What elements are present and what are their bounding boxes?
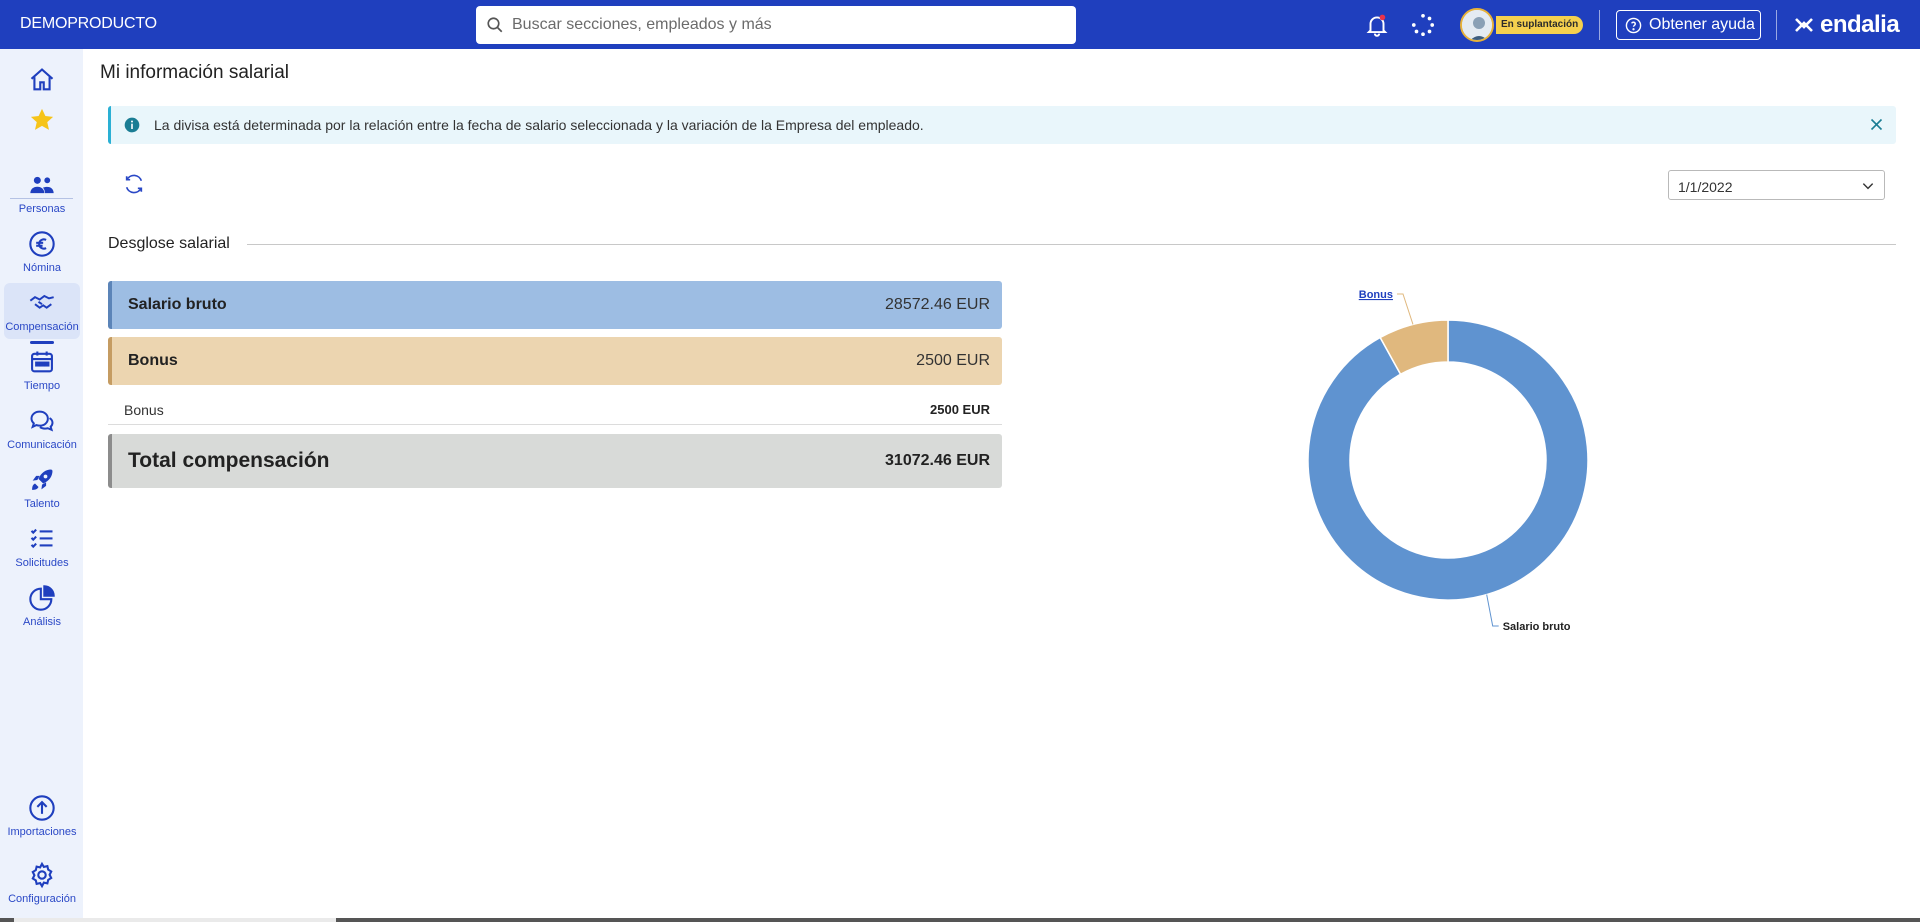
bonus-leader-line [1396, 293, 1414, 325]
rocket-icon [32, 469, 53, 490]
total-label: Total compensación [128, 449, 330, 472]
header-divider [1776, 10, 1777, 40]
salary-date-select[interactable]: 1/1/2022 [1668, 170, 1885, 200]
section-title: Desglose salarial [108, 235, 230, 252]
refresh-icon[interactable] [123, 173, 145, 195]
sidebar-item-label: Nómina [23, 262, 61, 274]
star-icon [30, 108, 54, 130]
loading-dots-icon[interactable] [1410, 12, 1436, 38]
info-icon [124, 117, 140, 133]
sidebar-item-importaciones[interactable]: Importaciones [4, 788, 80, 844]
people-icon [30, 176, 54, 194]
total-amount: 31072.46 EUR [885, 452, 990, 469]
logo-text: endalia [1820, 11, 1900, 38]
top-bar: DEMOPRODUCTO En suplantación Obtener ayu… [0, 0, 1920, 49]
chat-icon [30, 410, 54, 432]
salary-slice-label[interactable]: Salario bruto [1503, 621, 1571, 633]
section-divider [247, 244, 1896, 245]
sidebar-item-compensacion[interactable]: Compensación [4, 283, 80, 344]
gear-icon [31, 861, 53, 889]
search-icon [487, 17, 503, 33]
sidebar-item-configuracion[interactable]: Configuración [4, 855, 80, 911]
calendar-icon [31, 351, 53, 373]
sidebar-item-analisis[interactable]: Análisis [4, 578, 80, 634]
global-search[interactable] [476, 6, 1076, 44]
sidebar-item-label: Talento [24, 498, 60, 510]
sidebar-item-solicitudes[interactable]: Solicitudes [4, 519, 80, 575]
salary-label: Salario bruto [128, 296, 227, 313]
avatar[interactable] [1460, 8, 1494, 42]
scrollbar-thumb[interactable] [14, 918, 336, 922]
sidebar-item-comunicacion[interactable]: Comunicación [4, 401, 80, 457]
search-input[interactable] [512, 6, 1062, 44]
impersonation-badge: En suplantación [1496, 16, 1584, 34]
bonus-slice-label[interactable]: Bonus [1359, 289, 1393, 301]
bonus-amount: 2500 EUR [916, 352, 990, 369]
endalia-logo-icon [1795, 18, 1813, 32]
sidebar-item-label: Comunicación [7, 439, 77, 451]
selected-date: 1/1/2022 [1678, 179, 1733, 195]
total-row: Total compensación 31072.46 EUR [108, 434, 1002, 488]
sidebar-item-label: Análisis [23, 616, 61, 628]
handshake-icon [29, 294, 54, 309]
checklist-icon [30, 528, 53, 549]
get-help-button[interactable]: Obtener ayuda [1616, 10, 1761, 40]
pie-chart-icon [29, 585, 55, 611]
sidebar-item-label: Personas [18, 203, 66, 215]
page-title: Mi información salarial [100, 62, 290, 83]
close-icon[interactable] [1869, 117, 1884, 132]
bonus-detail-amount: 2500 EUR [930, 402, 990, 417]
bonus-label: Bonus [128, 352, 178, 369]
salary-amount: 28572.46 EUR [885, 296, 990, 313]
chevron-down-icon [1862, 183, 1874, 190]
bonus-row[interactable]: Bonus 2500 EUR [108, 337, 1002, 385]
question-icon [1625, 17, 1642, 33]
currency-info-alert: La divisa está determinada por la relaci… [108, 106, 1896, 144]
salary-leader-line [1486, 594, 1499, 627]
sidebar-item-personas[interactable]: Personas [4, 165, 80, 221]
alert-message: La divisa está determinada por la relaci… [154, 117, 924, 133]
sidebar-item-talento[interactable]: Talento [4, 460, 80, 516]
company-name[interactable]: DEMOPRODUCTO [20, 15, 157, 33]
bonus-detail-label: Bonus [124, 401, 164, 418]
header-divider [1599, 10, 1600, 40]
home-icon [30, 68, 54, 91]
get-help-label: Obtener ayuda [1649, 16, 1755, 33]
sidebar-item-label: Compensación [5, 321, 79, 333]
sidebar-item-favorites[interactable] [4, 100, 80, 156]
user-menu[interactable]: En suplantación [1460, 8, 1584, 42]
salary-row[interactable]: Salario bruto 28572.46 EUR [108, 281, 1002, 329]
sidebar-item-label: Solicitudes [15, 557, 69, 569]
sidebar-item-tiempo[interactable]: Tiempo [4, 342, 80, 398]
endalia-logo[interactable]: endalia [1792, 10, 1900, 40]
sidebar-item-label: Importaciones [7, 826, 77, 838]
sidebar-item-nomina[interactable]: Nómina [4, 224, 80, 280]
bottom-scrollbar[interactable] [0, 918, 1920, 922]
bell-icon[interactable] [1364, 12, 1390, 38]
sidebar-item-label: Tiempo [23, 380, 61, 392]
upload-icon [29, 795, 55, 821]
euro-icon [29, 231, 55, 257]
sidebar-item-label: Configuración [8, 893, 76, 905]
compensation-donut-chart: Bonus Salario bruto [1307, 289, 1589, 633]
sidebar: Personas Nómina Compensación Tiempo Comu… [0, 49, 83, 922]
bonus-detail-row: Bonus 2500 EUR [108, 395, 1002, 425]
user-avatar-icon [1462, 10, 1492, 40]
